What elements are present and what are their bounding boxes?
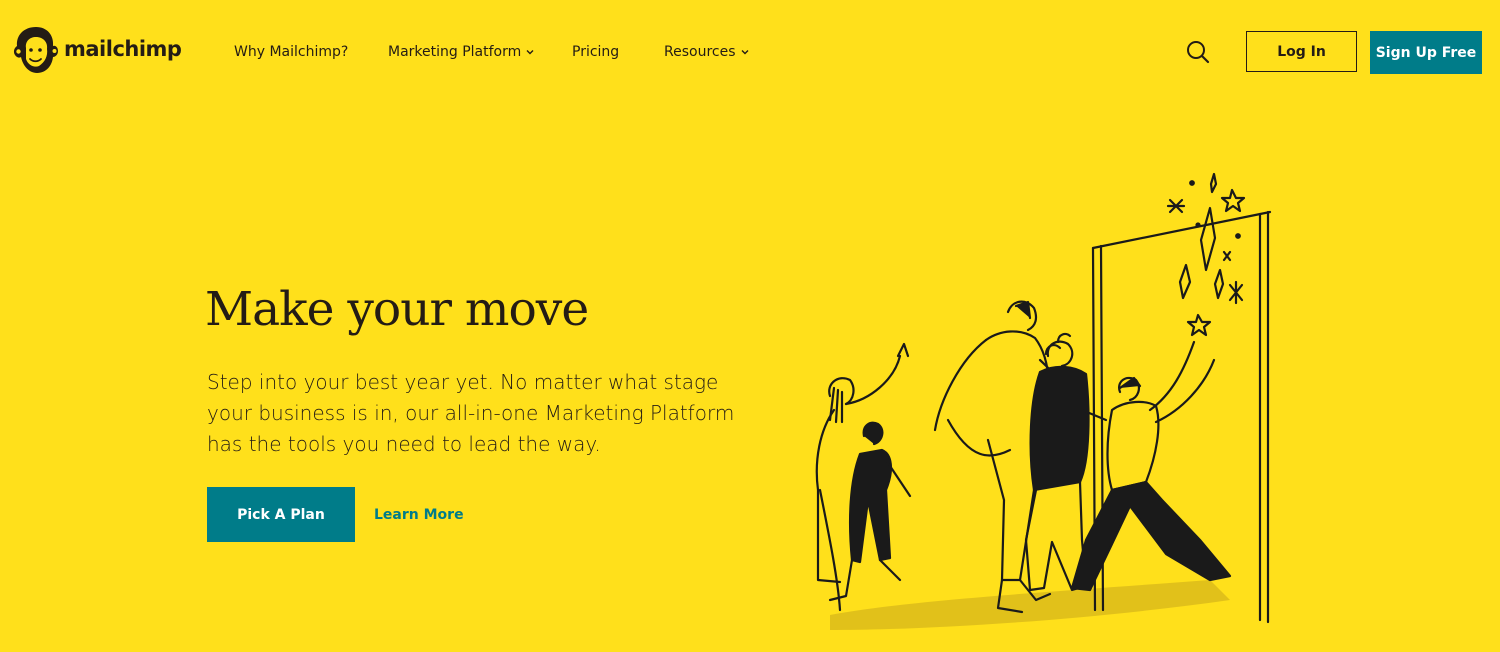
people-walking-through-doorway-illustration (815, 172, 1272, 630)
nav-item-label: Marketing Platform (388, 44, 522, 60)
pick-a-plan-button[interactable]: Pick A Plan (207, 487, 355, 542)
nav-item-resources[interactable]: Resources (664, 44, 749, 60)
brand-wordmark: mailchimp (64, 37, 182, 61)
search-button[interactable] (1184, 38, 1212, 66)
login-button[interactable]: Log In (1246, 31, 1357, 72)
chevron-down-icon (526, 50, 534, 55)
learn-more-link[interactable]: Learn More (374, 507, 464, 523)
hero-subtitle: Step into your best year yet. No matter … (207, 370, 735, 456)
signup-button[interactable]: Sign Up Free (1370, 31, 1482, 74)
nav-item-marketing-platform[interactable]: Marketing Platform (388, 44, 534, 60)
brand-logo-link[interactable]: mailchimp (12, 24, 182, 76)
nav-item-why-mailchimp[interactable]: Why Mailchimp? (234, 44, 348, 60)
nav-item-label: Why Mailchimp? (234, 44, 349, 60)
top-navigation: mailchimp Why Mailchimp? Marketing Platf… (0, 0, 1500, 106)
freddie-chimp-logo-icon (13, 27, 59, 73)
search-icon (1187, 41, 1210, 64)
nav-item-label: Resources (664, 44, 736, 60)
hero-title: Make your move (205, 282, 589, 337)
chevron-down-icon (741, 50, 748, 55)
nav-item-pricing[interactable]: Pricing (572, 44, 619, 60)
nav-item-label: Pricing (572, 44, 620, 60)
